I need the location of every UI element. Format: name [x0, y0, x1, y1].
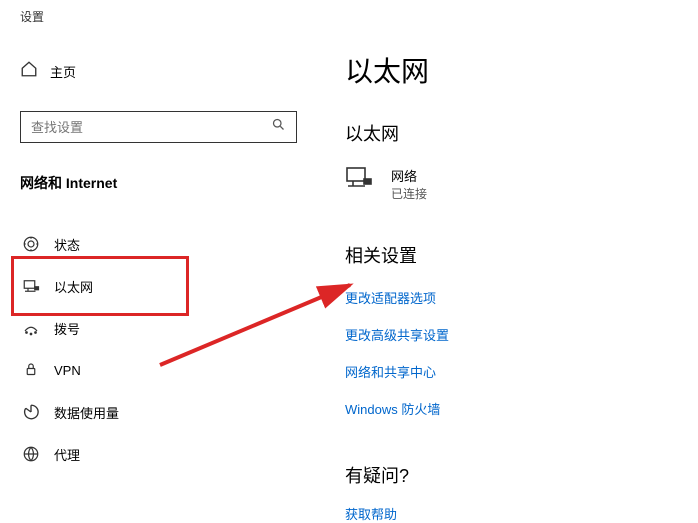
- network-name: 网络: [391, 166, 427, 185]
- help-section: 有疑问? 获取帮助: [345, 462, 698, 523]
- sidebar-item-proxy[interactable]: 代理: [20, 433, 180, 475]
- category-title: 网络和 Internet: [20, 173, 305, 193]
- section-title: 以太网: [345, 120, 698, 146]
- sidebar-item-status[interactable]: 状态: [20, 223, 180, 265]
- home-button[interactable]: 主页: [20, 60, 305, 83]
- vpn-icon: [22, 361, 40, 379]
- ethernet-icon: [22, 277, 40, 295]
- home-label: 主页: [50, 62, 76, 81]
- related-settings-title: 相关设置: [345, 242, 698, 268]
- home-icon: [20, 60, 38, 83]
- search-input[interactable]: [31, 120, 271, 135]
- page-title: 以太网: [345, 50, 698, 90]
- sidebar-item-label: 拨号: [54, 319, 80, 338]
- help-link[interactable]: 获取帮助: [345, 504, 698, 523]
- network-item[interactable]: 网络 已连接: [345, 166, 698, 202]
- network-info: 网络 已连接: [391, 166, 427, 202]
- link-network-center[interactable]: 网络和共享中心: [345, 362, 698, 381]
- main-content: 以太网 以太网 网络 已连接 相关设置 更改适配器选项 更改高级共享设置 网络和…: [305, 0, 698, 516]
- sidebar-item-label: 以太网: [54, 277, 93, 296]
- search-box[interactable]: [20, 111, 297, 143]
- sidebar-item-dialup[interactable]: 拨号: [20, 307, 180, 349]
- sidebar-item-label: 代理: [54, 445, 80, 464]
- link-sharing-settings[interactable]: 更改高级共享设置: [345, 325, 698, 344]
- related-links: 更改适配器选项 更改高级共享设置 网络和共享中心 Windows 防火墙: [345, 288, 698, 418]
- dialup-icon: [22, 319, 40, 337]
- sidebar-item-datausage[interactable]: 数据使用量: [20, 391, 180, 433]
- sidebar-item-ethernet[interactable]: 以太网: [20, 265, 180, 307]
- monitor-icon: [345, 166, 373, 195]
- link-firewall[interactable]: Windows 防火墙: [345, 399, 698, 418]
- app-title: 设置: [20, 8, 305, 25]
- sidebar-item-label: 状态: [54, 235, 80, 254]
- data-usage-icon: [22, 403, 40, 421]
- search-icon: [271, 117, 286, 137]
- sidebar-item-vpn[interactable]: VPN: [20, 349, 180, 391]
- status-icon: [22, 235, 40, 253]
- network-status: 已连接: [391, 185, 427, 202]
- sidebar: 设置 主页 网络和 Internet 状态 以太网 拨号: [0, 0, 305, 516]
- proxy-icon: [22, 445, 40, 463]
- sidebar-item-label: VPN: [54, 363, 81, 378]
- sidebar-item-label: 数据使用量: [54, 403, 119, 422]
- link-adapter-options[interactable]: 更改适配器选项: [345, 288, 698, 307]
- help-title: 有疑问?: [345, 462, 698, 488]
